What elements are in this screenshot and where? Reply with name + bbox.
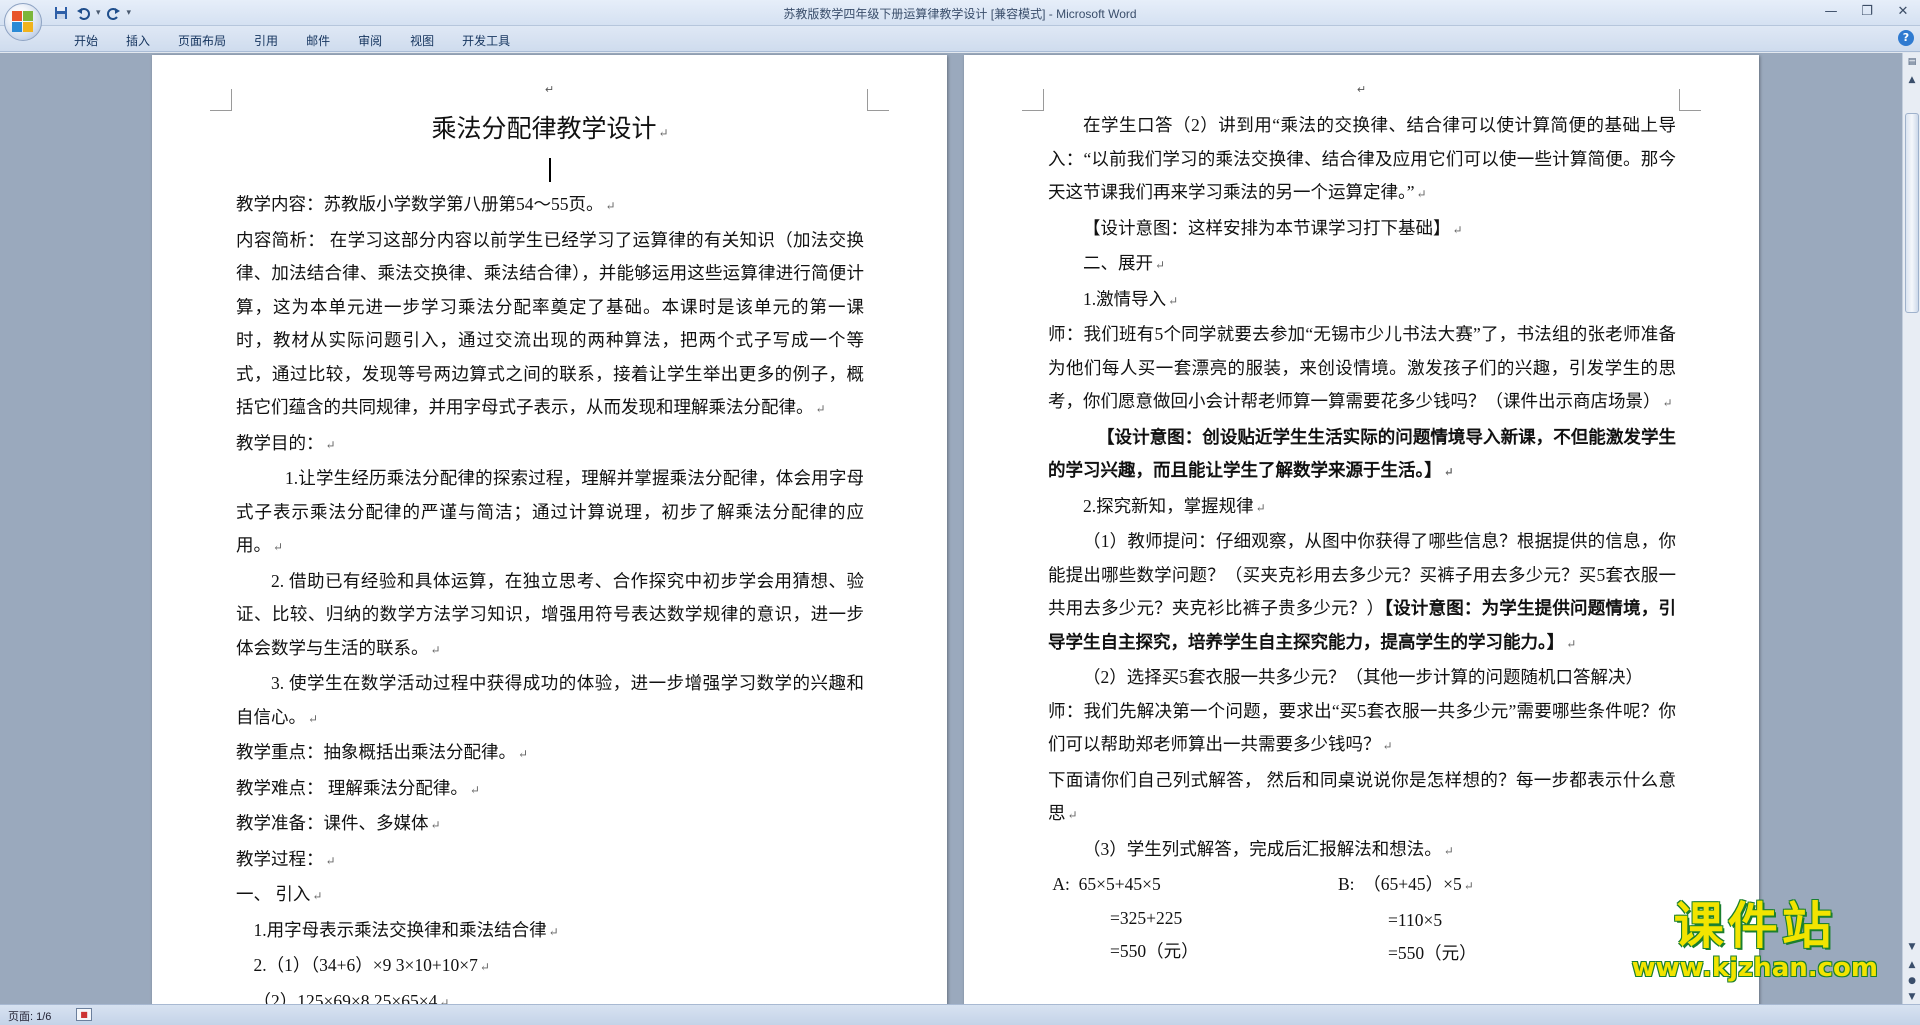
paragraph: 教学过程： ↵: [236, 848, 336, 869]
paragraph: 一、 引入 ↵: [236, 884, 323, 904]
document-area: ↵ 乘法分配律教学设计 ↵ 教学内容：苏教版小学数学第八册第54～55页。 ↵ 内容…: [0, 53, 1902, 1004]
tab-mailings[interactable]: 邮件: [292, 30, 344, 51]
paragraph: 3. 使学生在数学活动过程中获得成功的体验，进一步增强学习数学的兴趣和自信心。 ↵: [236, 673, 864, 727]
tab-page-layout[interactable]: 页面布局: [164, 30, 240, 51]
paragraph: 1.用字母表示乘法交换律和乘法结合律 ↵: [253, 919, 559, 940]
paragraph-mark-icon: ↵: [1356, 83, 1367, 96]
paragraph: 【设计意图：这样安排为本节课学习打下基础】 ↵: [1083, 217, 1463, 238]
minimize-icon[interactable]: —: [1820, 2, 1842, 22]
page-2-text[interactable]: 在学生口答（2）讲到用“乘法的交换律、结合律可以使计算简便的基础上导入：“以前我…: [1048, 109, 1676, 971]
tab-view[interactable]: 视图: [396, 30, 448, 51]
paragraph: 内容简析： 在学习这部分内容以前学生已经学习了运算律的有关知识（加法交换律、加法…: [236, 229, 864, 418]
paragraph: 二、展开 ↵: [1083, 253, 1166, 273]
paragraph: （2）125×69×8 25×65×4 ↵: [253, 990, 450, 1005]
macro-record-icon[interactable]: ■: [76, 1008, 92, 1021]
paragraph: （3）学生列式解答，完成后汇报解法和想法。 ↵: [1083, 838, 1454, 859]
paragraph: 1.激情导入 ↵: [1083, 288, 1179, 309]
scrollbar-thumb[interactable]: [1905, 113, 1919, 313]
paragraph: 2. 借助已有经验和具体运算，在独立思考、合作探究中初步学会用猜想、验证、比较、…: [236, 570, 864, 658]
title-bar: ▾ ▾ 苏教版数学四年级下册运算律教学设计 [兼容模式] - Microsoft…: [0, 0, 1920, 41]
paragraph: 师：我们先解决第一个问题，要求出“买5套衣服一共多少元”需要哪些条件呢？你们可以…: [1048, 700, 1676, 755]
scroll-up-icon[interactable]: ▲: [1905, 73, 1919, 87]
next-page-icon[interactable]: ▼: [1905, 990, 1919, 1004]
document-page-1[interactable]: ↵ 乘法分配律教学设计 ↵ 教学内容：苏教版小学数学第八册第54～55页。 ↵ 内容…: [152, 55, 947, 1004]
paragraph: 师：我们班有5个同学就要去参加“无锡市少儿书法大赛”了，书法组的张老师准备为他们…: [1048, 324, 1676, 411]
paragraph: 在学生口答（2）讲到用“乘法的交换律、结合律可以使计算简便的基础上导入：“以前我…: [1048, 115, 1676, 202]
window-controls: — ❐ ✕: [1820, 2, 1914, 22]
help-icon[interactable]: ?: [1898, 30, 1914, 46]
paragraph: 【设计意图：创设贴近学生生活实际的问题情境导入新课，不但能激发学生的学习兴趣，而…: [1048, 426, 1676, 481]
paragraph: 2.探究新知，掌握规律 ↵: [1083, 495, 1266, 516]
vertical-scrollbar[interactable]: ▤ ▲ ▼ ▲ ● ▼: [1902, 53, 1920, 1004]
solution-b: B: （65+45）×5 ↵ =110×5 =550（元）: [1338, 874, 1477, 963]
paragraph: 2.（1）（34+6）×9 3×10+10×7 ↵: [253, 955, 490, 975]
ribbon: 开始 插入 页面布局 引用 邮件 审阅 视图 开发工具 ?: [0, 26, 1920, 52]
paragraph: 教学重点：抽象概括出乘法分配律。 ↵: [236, 742, 529, 762]
tab-references[interactable]: 引用: [240, 30, 292, 51]
paragraph: （1）教师提问：仔细观察，从图中你获得了哪些信息？根据提供的信息，你能提出哪些数…: [1048, 531, 1677, 652]
document-title: 乘法分配律教学设计 ↵: [431, 116, 669, 143]
equation-row: A: 65×5+45×5 =325+225 =550（元） B: （65+45）…: [1048, 868, 1676, 971]
previous-page-icon[interactable]: ▲: [1905, 958, 1919, 972]
paragraph: 教学准备：课件、多媒体 ↵: [236, 813, 441, 833]
select-browse-object-icon[interactable]: ●: [1905, 974, 1919, 988]
text-cursor: [549, 158, 551, 182]
scroll-down-icon[interactable]: ▼: [1905, 940, 1919, 954]
paragraph: 1.让学生经历乘法分配律的探索过程，理解并掌握乘法分配律，体会用字母式子表示乘法…: [236, 468, 864, 555]
paragraph: 教学目的： ↵: [236, 432, 336, 453]
tab-developer[interactable]: 开发工具: [448, 30, 524, 51]
tab-home[interactable]: 开始: [60, 30, 112, 51]
status-bar: 页面: 1/6 ■: [0, 1004, 1920, 1025]
kjzhan-watermark-logo: 课件站 www.kjzhan.com: [1631, 897, 1878, 983]
paragraph-mark-icon: ↵: [544, 83, 555, 96]
page-count-status[interactable]: 页面: 1/6: [8, 1008, 51, 1024]
page-1-text[interactable]: 乘法分配律教学设计 ↵ 教学内容：苏教版小学数学第八册第54～55页。 ↵ 内容简析…: [236, 107, 864, 1004]
paragraph: 教学内容：苏教版小学数学第八册第54～55页。 ↵: [236, 194, 616, 214]
paragraph: 下面请你们自己列式解答， 然后和同桌说说你是怎样想的？每一步都表示什么意思 ↵: [1048, 769, 1676, 824]
ruler-toggle-icon[interactable]: ▤: [1905, 55, 1919, 69]
document-page-2[interactable]: ↵ 在学生口答（2）讲到用“乘法的交换律、结合律可以使计算简便的基础上导入：“以…: [964, 55, 1759, 1004]
paragraph: 教学难点： 理解乘法分配律。 ↵: [236, 777, 480, 798]
ribbon-tabs: 开始 插入 页面布局 引用 邮件 审阅 视图 开发工具: [60, 30, 524, 51]
office-logo-icon: [12, 11, 34, 33]
window-title: 苏教版数学四年级下册运算律教学设计 [兼容模式] - Microsoft Wor…: [783, 7, 1137, 21]
tab-insert[interactable]: 插入: [112, 30, 164, 51]
paragraph: （2）选择买5套衣服一共多少元？（其他一步计算的问题随机口答解决）: [1083, 667, 1643, 687]
maximize-icon[interactable]: ❐: [1856, 2, 1878, 22]
solution-a: A: 65×5+45×5 =325+225 =550（元）: [1052, 874, 1199, 961]
tab-review[interactable]: 审阅: [344, 30, 396, 51]
close-icon[interactable]: ✕: [1892, 2, 1914, 22]
office-button[interactable]: [4, 3, 42, 41]
